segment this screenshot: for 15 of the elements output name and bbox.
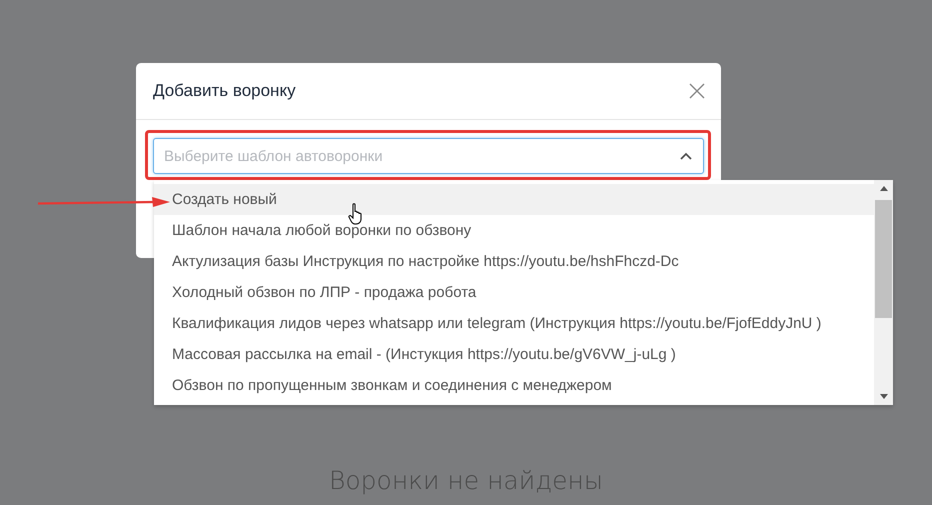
- option-item[interactable]: Создать новый: [154, 184, 874, 215]
- chevron-icon: [680, 152, 692, 160]
- scrollbar[interactable]: [874, 180, 893, 405]
- scroll-up-icon[interactable]: [880, 186, 888, 191]
- option-item[interactable]: Холодный обзвон по ЛПР - продажа робота: [154, 277, 874, 308]
- option-item[interactable]: Актулизация базы Инструкция по настройке https://youtu.be/hshFhczd-Dc: [154, 246, 874, 277]
- close-icon[interactable]: [689, 83, 705, 99]
- hand-cursor-icon: [348, 203, 364, 225]
- scroll-down-icon[interactable]: [880, 394, 888, 399]
- template-select[interactable]: Выберите шаблон автоворонки: [153, 138, 704, 174]
- option-item[interactable]: Массовая рассылка на email - (Инстукция https://youtu.be/gV6VW_j-uLg ): [154, 339, 874, 370]
- option-item[interactable]: Квалификация лидов через whatsapp или telegram (Инструкция https://youtu.be/FjofEddyJnU ): [154, 308, 874, 339]
- modal-title: Добавить воронку: [153, 81, 296, 101]
- option-item[interactable]: Шаблон начала любой воронки по обзвону: [154, 215, 874, 246]
- option-item[interactable]: Обзвон по пропущенным звонкам и соединения с менеджером: [154, 370, 874, 401]
